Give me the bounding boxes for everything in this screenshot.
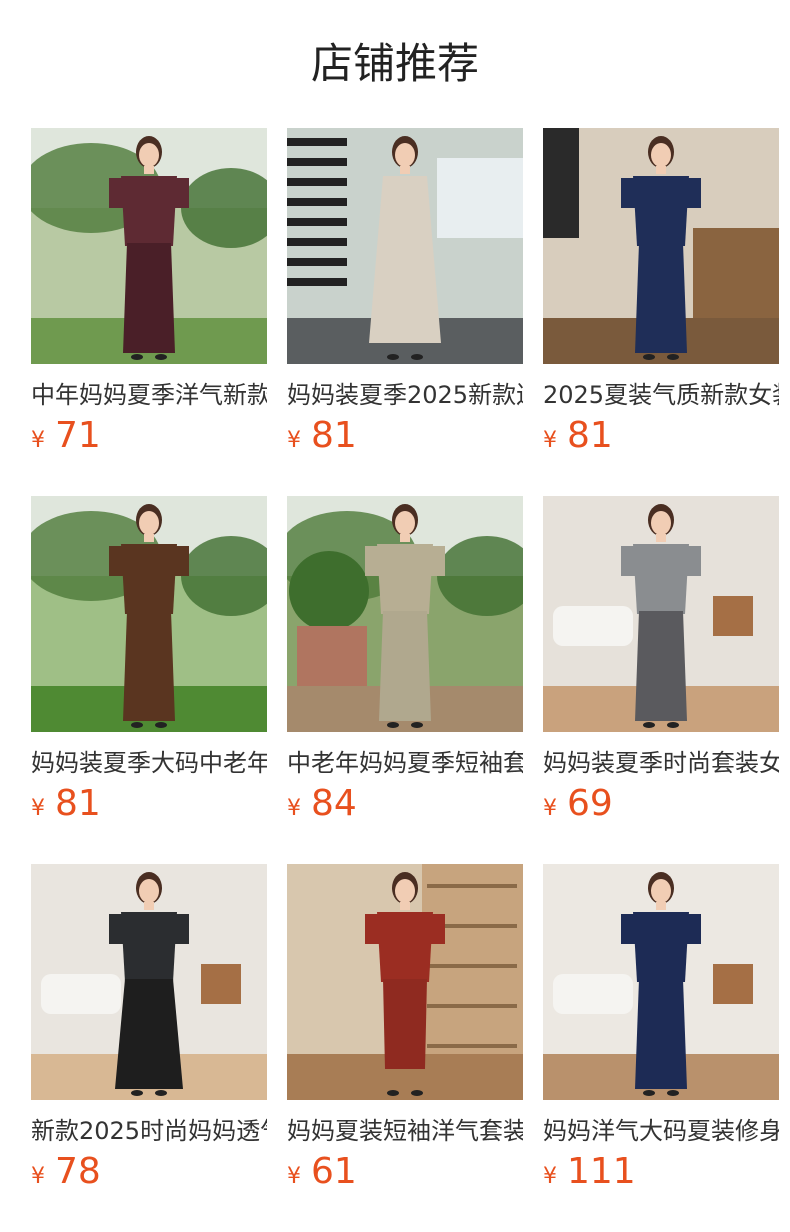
currency-symbol: ¥: [543, 1164, 557, 1189]
product-title[interactable]: 妈妈装夏季2025新款连: [287, 379, 523, 411]
product-price: ¥81: [543, 416, 613, 456]
product-image[interactable]: [543, 864, 779, 1100]
product-photo: [287, 864, 523, 1100]
product-title[interactable]: 妈妈装夏季大码中老年: [31, 747, 267, 779]
product-price: ¥78: [31, 1152, 101, 1192]
currency-symbol: ¥: [31, 1164, 45, 1189]
product-title[interactable]: 新款2025时尚妈妈透气: [31, 1115, 267, 1147]
product-title[interactable]: 妈妈洋气大码夏装修身: [543, 1115, 779, 1147]
product-card[interactable]: 妈妈装夏季时尚套装女 ¥69: [543, 496, 779, 824]
product-card[interactable]: 中年妈妈夏季洋气新款 ¥71: [31, 128, 267, 456]
product-card[interactable]: 妈妈夏装短袖洋气套装 ¥61: [287, 864, 523, 1192]
product-photo: [543, 128, 779, 364]
product-photo: [287, 496, 523, 732]
product-price: ¥71: [31, 416, 101, 456]
product-photo: [31, 128, 267, 364]
page-title: 店铺推荐: [310, 39, 479, 88]
currency-symbol: ¥: [543, 796, 557, 821]
product-image[interactable]: [287, 496, 523, 732]
product-photo: [543, 864, 779, 1100]
product-card[interactable]: 妈妈装夏季2025新款连 ¥81: [287, 128, 523, 456]
product-card[interactable]: 妈妈装夏季大码中老年 ¥81: [31, 496, 267, 824]
currency-symbol: ¥: [287, 796, 301, 821]
product-price: ¥84: [287, 784, 357, 824]
product-title[interactable]: 中老年妈妈夏季短袖套: [287, 747, 523, 779]
product-card[interactable]: 新款2025时尚妈妈透气 ¥78: [31, 864, 267, 1192]
product-price: ¥111: [543, 1152, 636, 1192]
currency-symbol: ¥: [287, 428, 301, 453]
product-photo: [543, 496, 779, 732]
product-image[interactable]: [287, 128, 523, 364]
product-image[interactable]: [31, 128, 267, 364]
price-amount: 71: [55, 415, 101, 456]
price-amount: 78: [55, 1151, 101, 1192]
currency-symbol: ¥: [543, 428, 557, 453]
price-amount: 61: [311, 1151, 357, 1192]
price-amount: 81: [567, 415, 613, 456]
price-amount: 84: [311, 783, 357, 824]
product-card[interactable]: 中老年妈妈夏季短袖套 ¥84: [287, 496, 523, 824]
product-title[interactable]: 2025夏装气质新款女装: [543, 379, 779, 411]
currency-symbol: ¥: [287, 1164, 301, 1189]
product-price: ¥69: [543, 784, 613, 824]
product-price: ¥61: [287, 1152, 357, 1192]
price-amount: 69: [567, 783, 613, 824]
product-price: ¥81: [287, 416, 357, 456]
product-card[interactable]: 妈妈洋气大码夏装修身 ¥111: [543, 864, 779, 1192]
price-amount: 111: [567, 1151, 636, 1192]
price-amount: 81: [55, 783, 101, 824]
product-image[interactable]: [287, 864, 523, 1100]
currency-symbol: ¥: [31, 796, 45, 821]
currency-symbol: ¥: [31, 428, 45, 453]
product-title[interactable]: 妈妈夏装短袖洋气套装: [287, 1115, 523, 1147]
product-card[interactable]: 2025夏装气质新款女装 ¥81: [543, 128, 779, 456]
product-image[interactable]: [31, 496, 267, 732]
price-amount: 81: [311, 415, 357, 456]
product-image[interactable]: [543, 128, 779, 364]
product-price: ¥81: [31, 784, 101, 824]
product-title[interactable]: 妈妈装夏季时尚套装女: [543, 747, 779, 779]
product-photo: [287, 128, 523, 364]
product-image[interactable]: [543, 496, 779, 732]
product-photo: [31, 864, 267, 1100]
product-photo: [31, 496, 267, 732]
product-title[interactable]: 中年妈妈夏季洋气新款: [31, 379, 267, 411]
product-image[interactable]: [31, 864, 267, 1100]
